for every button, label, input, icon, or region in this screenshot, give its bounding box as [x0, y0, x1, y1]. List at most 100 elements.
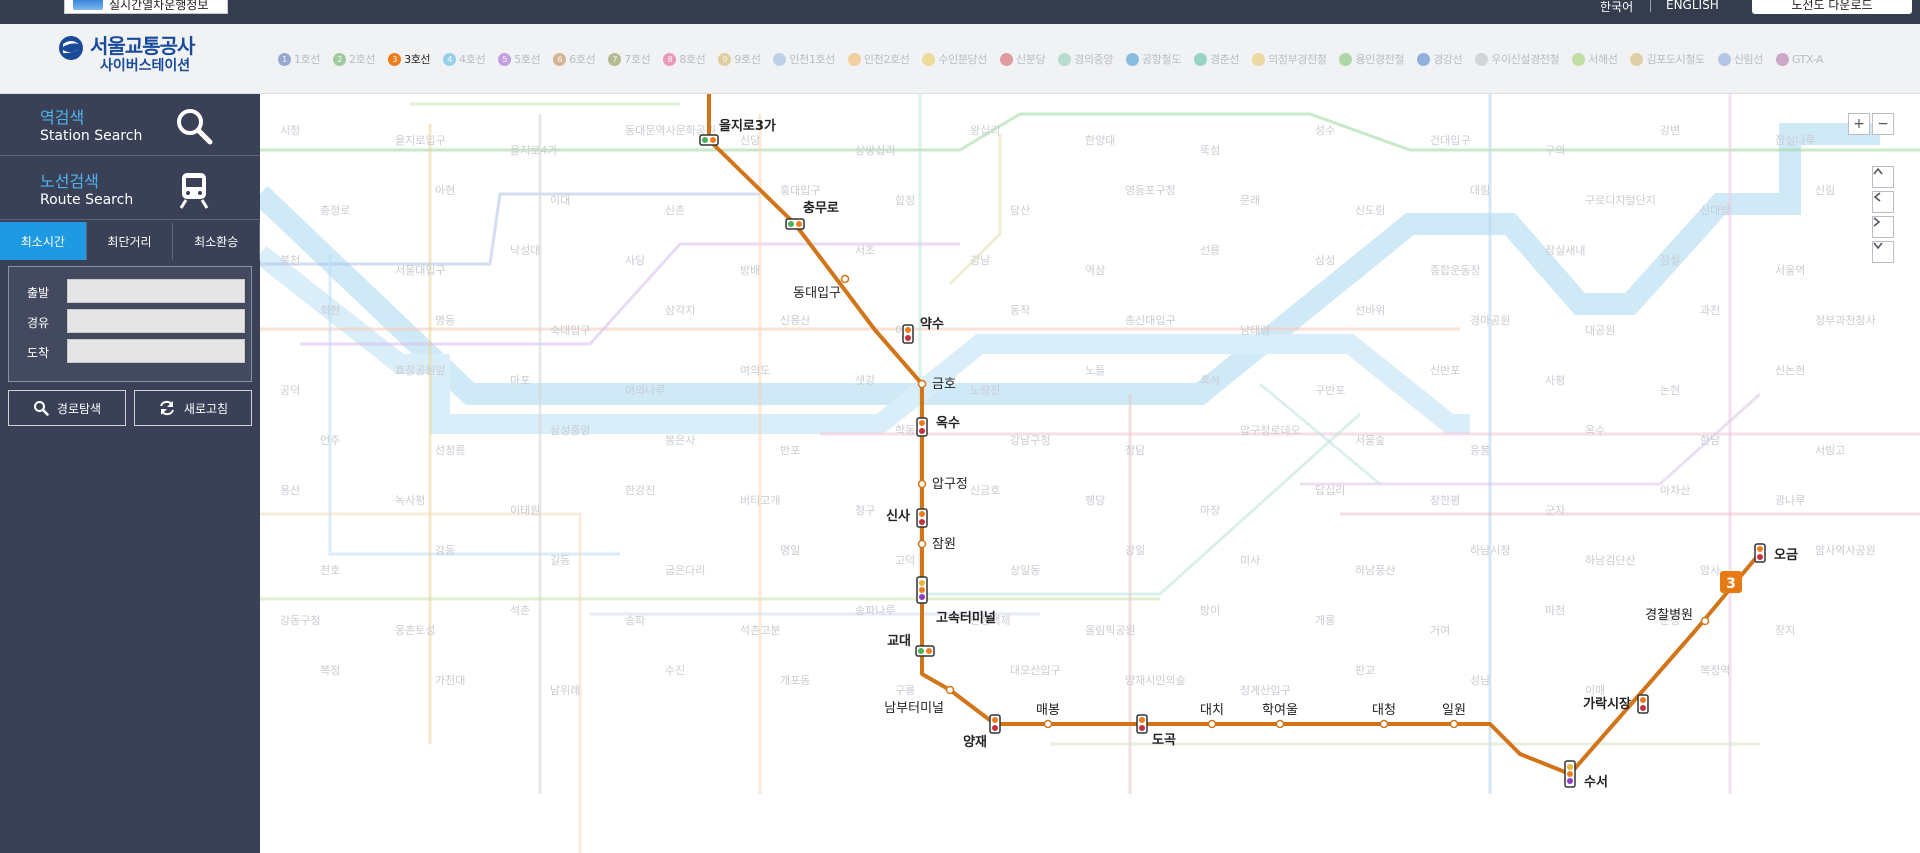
background-station-label[interactable]: 당산	[1010, 204, 1030, 217]
background-station-label[interactable]: 암사역사공원	[1815, 544, 1876, 557]
line3-station-label[interactable]: 학여울	[1262, 703, 1298, 718]
background-station-label[interactable]: 아차산	[1660, 484, 1690, 497]
background-station-label[interactable]: 봉천	[280, 253, 300, 267]
background-station-label[interactable]: 잠실	[1660, 254, 1680, 267]
line3-station-label[interactable]: 대치	[1200, 703, 1224, 718]
background-station-label[interactable]: 신촌	[665, 204, 685, 217]
background-station-label[interactable]: 아현	[435, 184, 455, 197]
background-station-label[interactable]: 신금호	[970, 484, 1000, 497]
line3-station-label[interactable]: 수서	[1584, 775, 1608, 790]
background-station-label[interactable]: 남태령	[1240, 324, 1270, 337]
background-station-label[interactable]: 봉은사	[665, 434, 695, 447]
background-station-label[interactable]: 공덕	[280, 384, 300, 397]
background-station-label[interactable]: 구룡	[895, 684, 915, 697]
background-station-label[interactable]: 을지로4가	[510, 144, 557, 157]
background-station-label[interactable]: 대림	[1470, 184, 1490, 197]
line-tab[interactable]: 5 5호선	[498, 51, 541, 67]
background-station-label[interactable]: 마장	[1200, 504, 1220, 517]
station-marker[interactable]	[1207, 719, 1217, 729]
line-tab[interactable]: GTX-A	[1775, 51, 1823, 67]
background-station-label[interactable]: 여의나루	[625, 384, 665, 397]
zoom-out-button[interactable]: −	[1872, 113, 1894, 135]
realtime-train-info-button[interactable]: 실시간열차운행정보	[64, 0, 228, 14]
station-marker[interactable]	[1379, 719, 1389, 729]
background-station-label[interactable]: 서초	[855, 244, 875, 257]
background-station-label[interactable]: 사당	[625, 254, 645, 267]
line3-station-label[interactable]: 충무로	[803, 200, 839, 216]
background-station-label[interactable]: 마포	[510, 374, 530, 387]
background-station-label[interactable]: 잠실나루	[1775, 134, 1815, 147]
background-station-label[interactable]: 효창공원앞	[395, 364, 446, 377]
background-station-label[interactable]: 명일	[780, 543, 800, 557]
map-download-button[interactable]: 노선도 다운로드	[1752, 0, 1912, 14]
background-station-label[interactable]: 상왕십리	[855, 144, 895, 157]
background-station-label[interactable]: 응봉	[1470, 444, 1490, 457]
background-station-label[interactable]: 마천	[1545, 603, 1565, 617]
background-station-label[interactable]: 왕십리	[970, 124, 1000, 137]
background-station-label[interactable]: 하남풍산	[1355, 563, 1395, 577]
background-station-label[interactable]: 개롱	[1315, 614, 1335, 627]
line-tab[interactable]: 경의중앙	[1058, 51, 1113, 67]
line-tab[interactable]: 경춘선	[1193, 51, 1240, 67]
background-station-label[interactable]: 고덕	[895, 554, 915, 567]
station-marker[interactable]	[917, 539, 927, 549]
background-station-label[interactable]: 경마공원	[1470, 314, 1510, 327]
line3-station-label[interactable]: 고속터미널	[936, 610, 996, 626]
background-station-label[interactable]: 청계산입구	[1240, 684, 1291, 697]
pan-right-button[interactable]	[1872, 216, 1894, 238]
background-station-label[interactable]: 이매	[1585, 684, 1605, 697]
background-station-label[interactable]: 이대	[550, 194, 570, 207]
background-station-label[interactable]: 몽촌토성	[395, 624, 435, 637]
background-station-label[interactable]: 장지	[1775, 624, 1795, 637]
background-station-label[interactable]: 논현	[1660, 384, 1680, 397]
background-station-label[interactable]: 대공원	[1585, 324, 1615, 337]
line-tab[interactable]: 4 4호선	[443, 51, 486, 67]
line-tab[interactable]: 인천1호선	[773, 51, 835, 67]
line3-station-label[interactable]: 경찰병원	[1645, 608, 1693, 623]
background-station-label[interactable]: 합정	[895, 194, 915, 207]
background-station-label[interactable]: 한강진	[625, 484, 655, 497]
background-station-label[interactable]: 학동	[895, 424, 915, 437]
background-station-label[interactable]: 건대입구	[1430, 134, 1470, 147]
background-station-label[interactable]: 천호	[320, 563, 340, 577]
station-marker[interactable]	[1275, 719, 1285, 729]
background-station-label[interactable]: 행당	[1085, 494, 1105, 507]
pan-up-button[interactable]	[1872, 166, 1894, 188]
station-marker[interactable]	[917, 379, 927, 389]
background-station-label[interactable]: 여의도	[740, 364, 770, 377]
route-search-submit-button[interactable]: 경로탐색	[8, 390, 126, 426]
background-station-label[interactable]: 성남	[1470, 674, 1490, 687]
background-station-label[interactable]: 선릉	[1200, 244, 1220, 257]
background-station-label[interactable]: 뚝섬	[1200, 144, 1220, 157]
background-station-label[interactable]: 명동	[435, 314, 455, 327]
line3-station-label[interactable]: 약수	[920, 316, 944, 332]
station-marker[interactable]	[1449, 719, 1459, 729]
background-station-label[interactable]: 흑석	[1200, 373, 1220, 387]
background-station-label[interactable]: 녹사평	[395, 494, 425, 507]
line-tab[interactable]: 공항철도	[1126, 51, 1181, 67]
background-station-label[interactable]: 언주	[320, 434, 340, 447]
background-station-label[interactable]: 동작	[1010, 304, 1030, 317]
background-station-label[interactable]: 청구	[855, 504, 875, 517]
line3-station-label[interactable]: 압구정	[932, 477, 968, 492]
line-tab[interactable]: 수인분당선	[922, 51, 987, 67]
line-tab[interactable]: 2 2호선	[333, 51, 375, 67]
line3-station-label[interactable]: 남부터미널	[884, 701, 944, 716]
background-station-label[interactable]: 가천대	[435, 673, 465, 687]
background-station-label[interactable]: 홍대입구	[780, 183, 820, 197]
line-tab[interactable]: 경강선	[1417, 51, 1463, 67]
background-station-label[interactable]: 서울대입구	[395, 264, 446, 277]
station-search-button[interactable]: 역검색 Station Search	[0, 94, 260, 156]
background-station-label[interactable]: 복정	[320, 664, 340, 677]
background-station-label[interactable]: 강일	[1125, 543, 1145, 557]
line-tab[interactable]: 의정부경전철	[1252, 51, 1327, 67]
background-station-label[interactable]: 송파	[625, 614, 645, 627]
tab-minimum-transfer[interactable]: 최소환승	[173, 222, 261, 260]
background-station-label[interactable]: 송파나루	[855, 604, 895, 617]
background-station-label[interactable]: 한양대	[1085, 134, 1115, 147]
background-station-label[interactable]: 선바위	[1355, 304, 1385, 317]
background-station-label[interactable]: 상일동	[1010, 563, 1040, 577]
background-station-label[interactable]: 석촌고분	[740, 624, 780, 637]
background-station-label[interactable]: 총신대입구	[1125, 314, 1176, 327]
line3-station-label[interactable]: 신사	[886, 508, 910, 524]
